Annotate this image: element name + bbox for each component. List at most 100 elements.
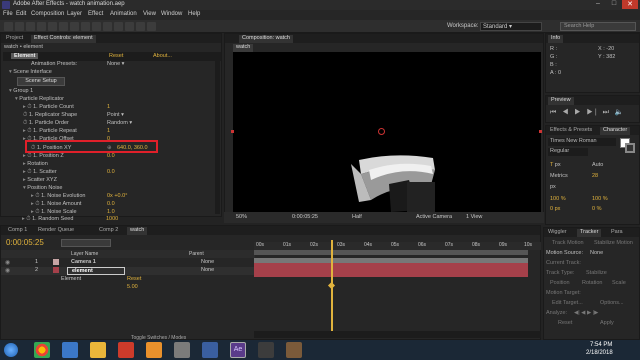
param-scatter-value[interactable]: 0.0 <box>107 169 115 177</box>
position-checkbox[interactable]: Position <box>550 280 570 288</box>
property-row[interactable]: 5.00 <box>1 284 255 292</box>
views-select[interactable]: 1 View <box>466 214 482 220</box>
close-button[interactable]: ✕ <box>622 0 638 9</box>
pen-tool-icon[interactable] <box>81 22 90 31</box>
group-item[interactable]: ▾ Group 1 <box>9 88 33 96</box>
zoom-select[interactable]: 50% <box>236 214 247 220</box>
tab-wiggler[interactable]: Wiggler <box>545 229 570 237</box>
timeline-timecode[interactable]: 0:00:05:25 <box>6 238 44 247</box>
scene-setup-button[interactable]: Scene Setup <box>17 77 65 86</box>
tracker-apply-button[interactable]: Apply <box>600 320 614 328</box>
effect-about-link[interactable]: About... <box>153 53 172 59</box>
timeline-search-input[interactable] <box>61 239 111 247</box>
media-player-icon[interactable] <box>118 342 134 358</box>
param-particle-repeat[interactable]: ▸ ⏱ 1. Particle Repeat <box>23 128 77 136</box>
camera-tool-icon[interactable] <box>48 22 57 31</box>
style-select[interactable]: Regular <box>548 148 588 156</box>
menu-window[interactable]: Window <box>161 11 182 17</box>
presets-select[interactable]: None ▾ <box>107 61 124 69</box>
layer-parent[interactable]: None <box>201 267 214 273</box>
font-select[interactable]: Times New Roman <box>548 138 616 146</box>
rotate-tool-icon[interactable] <box>37 22 46 31</box>
effect-reset[interactable]: Reset <box>127 276 141 282</box>
menu-view[interactable]: View <box>143 11 156 17</box>
right-handle[interactable] <box>539 130 542 133</box>
ie-icon[interactable] <box>62 342 78 358</box>
tab-watch-view[interactable]: watch <box>233 44 254 52</box>
eraser-tool-icon[interactable] <box>125 22 134 31</box>
zoom-tool-icon[interactable] <box>26 22 35 31</box>
param-particle-repeat-value[interactable]: 1 <box>107 128 110 136</box>
menu-layer[interactable]: Layer <box>67 11 82 17</box>
anchor-point[interactable] <box>378 128 385 135</box>
baseline-shift-field[interactable]: 0 px <box>550 206 560 214</box>
scene-interface-item[interactable]: ▾ Scene Interface <box>9 69 52 77</box>
param-random-seed[interactable]: ▸ ⏱ 1. Random Seed <box>22 216 73 224</box>
particle-replicator-item[interactable]: ▾ Particle Replicator <box>15 96 64 104</box>
time-ruler[interactable]: 00s 01s 02s 03s 04s 05s 06s 07s 08s 09s … <box>254 242 541 250</box>
puppet-tool-icon[interactable] <box>147 22 156 31</box>
motion-source-select[interactable]: None <box>590 250 603 258</box>
param-position-z-value[interactable]: 0.0 <box>107 153 115 161</box>
layer-parent[interactable]: None <box>201 259 214 265</box>
leading-field[interactable]: Auto <box>592 162 603 170</box>
layer-row-camera[interactable]: ◉ 1 Camera 1 None <box>1 259 255 267</box>
layer-row-element[interactable]: ◉ 2 element None <box>1 267 255 275</box>
param-replicator-shape-value[interactable]: Point ▾ <box>107 112 124 120</box>
minimize-button[interactable]: – <box>590 0 606 9</box>
left-handle[interactable] <box>231 130 234 133</box>
tab-preview[interactable]: Preview <box>548 97 574 105</box>
param-particle-order[interactable]: ⏱ 1. Particle Order <box>23 120 69 128</box>
effect-reset-link[interactable]: Reset <box>109 53 123 59</box>
roto-tool-icon[interactable] <box>136 22 145 31</box>
comp-timecode[interactable]: 0:00:05:25 <box>292 214 318 220</box>
kerning-field[interactable]: Metrics <box>550 173 568 181</box>
param-noise-amount-value[interactable]: 0.0 <box>107 201 115 209</box>
after-effects-icon[interactable]: Ae <box>230 342 246 358</box>
tab-effect-controls[interactable]: Effect Controls: element <box>31 35 96 43</box>
menu-composition[interactable]: Composition <box>31 11 64 17</box>
tsume-field[interactable]: 0 % <box>592 206 601 214</box>
effect-row[interactable]: Element Reset <box>1 276 255 284</box>
tab-watch-timeline[interactable]: watch <box>127 227 148 235</box>
menu-effect[interactable]: Effect <box>88 11 103 17</box>
tab-comp-1[interactable]: Comp 1 <box>5 227 30 235</box>
tab-paragraph[interactable]: Para <box>608 229 626 237</box>
app-icon-brown[interactable] <box>286 342 302 358</box>
text-tool-icon[interactable] <box>92 22 101 31</box>
horizontal-scale-field[interactable]: 100 % <box>592 196 608 204</box>
cinema4d-icon[interactable] <box>202 342 218 358</box>
layer-name[interactable]: element <box>67 267 125 275</box>
selection-tool-icon[interactable] <box>4 22 13 31</box>
visibility-icon[interactable]: ◉ <box>5 267 10 274</box>
element-layer-bar[interactable] <box>254 263 528 277</box>
edit-target-button[interactable]: Edit Target... <box>552 300 583 308</box>
effect-controls-scrollbar[interactable] <box>215 52 220 214</box>
hand-tool-icon[interactable] <box>15 22 24 31</box>
param-particle-count-value[interactable]: 1 <box>107 104 110 112</box>
effect-name[interactable]: Element <box>61 276 81 282</box>
camera-select[interactable]: Active Camera <box>416 214 452 220</box>
stroke-width-field[interactable]: px <box>550 184 556 192</box>
blender-icon[interactable] <box>146 342 162 358</box>
tracker-reset-button[interactable]: Reset <box>558 320 572 328</box>
menu-file[interactable]: File <box>3 11 13 17</box>
timeline-scrollbar[interactable] <box>254 331 541 338</box>
maximize-button[interactable]: □ <box>606 0 622 9</box>
pan-behind-tool-icon[interactable] <box>59 22 68 31</box>
param-noise-evolution-value[interactable]: 0x +0.0° <box>107 193 127 201</box>
vertical-scale-field[interactable]: 100 % <box>550 196 566 204</box>
analyze-controls[interactable]: ◀| ◀ ▶ |▶ <box>574 310 598 318</box>
app-icon-grey[interactable] <box>174 342 190 358</box>
clone-tool-icon[interactable] <box>114 22 123 31</box>
chrome-icon[interactable] <box>34 342 50 358</box>
track-motion-button[interactable]: Track Motion <box>552 240 584 248</box>
start-button[interactable] <box>4 343 18 357</box>
explorer-icon[interactable] <box>90 342 106 358</box>
param-rotation[interactable]: ▸ Rotation <box>23 161 48 169</box>
options-button[interactable]: Options... <box>600 300 624 308</box>
app-icon-dark[interactable] <box>258 342 274 358</box>
tab-effects-presets[interactable]: Effects & Presets <box>547 127 595 135</box>
param-scatter-xyz[interactable]: ▸ Scatter XYZ <box>23 177 57 185</box>
tab-project[interactable]: Project <box>3 35 26 43</box>
